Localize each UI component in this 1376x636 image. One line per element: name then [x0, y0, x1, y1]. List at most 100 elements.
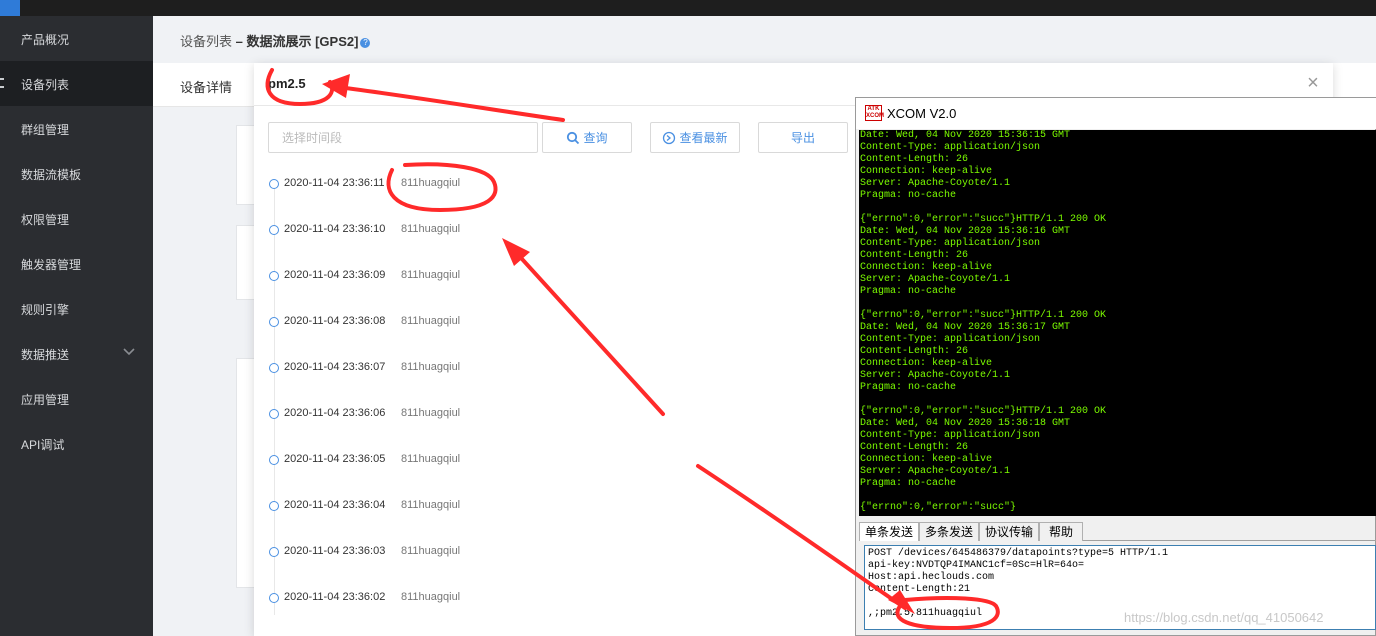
background-card	[236, 225, 256, 300]
record-value: 811huagqiul	[401, 453, 461, 465]
modal-title: pm2.5	[268, 76, 306, 91]
xcom-title-bar[interactable]: ATK XCOM XCOM V2.0	[856, 98, 1376, 129]
time-range-input-wrapper	[268, 122, 538, 153]
help-icon[interactable]: ?	[360, 37, 371, 48]
datapoint-timeline: 2020-11-04 23:36:11 811huagqiul 2020-11-…	[269, 173, 832, 636]
record-time: 2020-11-04 23:36:09	[284, 269, 386, 281]
timeline-item: 2020-11-04 23:36:10 811huagqiul	[269, 221, 832, 241]
sidebar-item-app-management[interactable]: 应用管理	[0, 376, 153, 421]
timeline-item: 2020-11-04 23:36:09 811huagqiul	[269, 267, 832, 287]
list-icon	[0, 78, 4, 88]
timeline-dot	[269, 363, 279, 373]
sidebar-item-label: 权限管理	[21, 213, 70, 227]
export-button[interactable]: 导出	[758, 122, 848, 153]
tab-single-send[interactable]: 单条发送	[859, 522, 919, 541]
sidebar-item-label: 群组管理	[21, 123, 70, 137]
background-card	[236, 125, 256, 205]
template-icon	[0, 166, 4, 180]
record-value: 811huagqiul	[401, 269, 461, 281]
breadcrumb-current: 数据流展示 [GPS2]	[246, 34, 359, 49]
tab-protocol-transfer[interactable]: 协议传输	[979, 522, 1039, 541]
record-time: 2020-11-04 23:36:02	[284, 591, 386, 603]
sidebar-item-datastream-template[interactable]: 数据流模板	[0, 151, 153, 196]
record-value: 811huagqiul	[401, 223, 461, 235]
timeline-item: 2020-11-04 23:36:06 811huagqiul	[269, 405, 832, 425]
record-value: 811huagqiul	[401, 591, 461, 603]
xcom-receive-area[interactable]: Date: Wed, 04 Nov 2020 15:36:15 GMT Cont…	[859, 130, 1376, 516]
record-time: 2020-11-04 23:36:04	[284, 499, 386, 511]
permission-icon	[0, 211, 4, 225]
timeline-dot	[269, 317, 279, 327]
close-icon[interactable]: ×	[1304, 73, 1322, 93]
timeline-item: 2020-11-04 23:36:07 811huagqiul	[269, 359, 832, 379]
sidebar-item-device-list[interactable]: 设备列表	[0, 61, 153, 106]
product-icon	[0, 31, 4, 45]
timeline-dot	[269, 271, 279, 281]
sidebar-item-label: 数据流模板	[21, 168, 82, 182]
view-latest-button-label: 查看最新	[679, 131, 728, 145]
record-time: 2020-11-04 23:36:03	[284, 545, 386, 557]
sidebar-item-label: API调试	[21, 438, 65, 452]
trigger-icon	[0, 256, 4, 270]
timeline-dot	[269, 409, 279, 419]
timeline-dot	[269, 593, 279, 603]
xcom-receive-text: Date: Wed, 04 Nov 2020 15:36:15 GMT Cont…	[860, 130, 1107, 513]
timeline-dot	[269, 179, 279, 189]
timeline-dot	[269, 455, 279, 465]
record-time: 2020-11-04 23:36:07	[284, 361, 386, 373]
app-icon	[0, 391, 4, 405]
record-value: 811huagqiul	[401, 361, 461, 373]
breadcrumb-separator: –	[232, 34, 247, 49]
search-icon	[567, 131, 580, 144]
record-value: 811huagqiul	[401, 499, 461, 511]
record-value: 811huagqiul	[401, 545, 461, 557]
tab-help[interactable]: 帮助	[1039, 522, 1083, 541]
sidebar-item-label: 触发器管理	[21, 258, 82, 272]
sidebar-item-group-management[interactable]: 群组管理	[0, 106, 153, 151]
sidebar-item-trigger-management[interactable]: 触发器管理	[0, 241, 153, 286]
xcom-window: ATK XCOM XCOM V2.0 Date: Wed, 04 Nov 202…	[855, 97, 1376, 636]
query-button-label: 查询	[583, 131, 608, 145]
rule-icon	[0, 301, 4, 315]
tab-multi-send[interactable]: 多条发送	[919, 522, 979, 541]
breadcrumb-parent[interactable]: 设备列表	[180, 34, 232, 49]
api-icon	[0, 436, 4, 450]
breadcrumb: 设备列表 – 数据流展示 [GPS2]?	[180, 31, 371, 50]
record-time: 2020-11-04 23:36:06	[284, 407, 386, 419]
sidebar-item-permission-management[interactable]: 权限管理	[0, 196, 153, 241]
chevron-down-icon[interactable]	[122, 344, 136, 358]
sidebar-item-label: 数据推送	[21, 348, 70, 362]
record-time: 2020-11-04 23:36:08	[284, 315, 386, 327]
timeline-item: 2020-11-04 23:36:02 811huagqiul	[269, 589, 832, 609]
sidebar-item-api-debug[interactable]: API调试	[0, 421, 153, 466]
record-time: 2020-11-04 23:36:10	[284, 223, 386, 235]
sidebar: 产品概况 设备列表 群组管理 数据流模板 权限管理 触发器管理 规则引擎 数据推…	[0, 16, 153, 636]
time-range-input[interactable]	[269, 123, 537, 152]
sidebar-item-label: 规则引擎	[21, 303, 70, 317]
sidebar-item-rule-engine[interactable]: 规则引擎	[0, 286, 153, 331]
timeline-item: 2020-11-04 23:36:08 811huagqiul	[269, 313, 832, 333]
refresh-icon	[663, 131, 676, 144]
background-card	[236, 358, 256, 588]
timeline-item: 2020-11-04 23:36:03 811huagqiul	[269, 543, 832, 563]
timeline-dot	[269, 547, 279, 557]
tab-device-detail[interactable]: 设备详情	[180, 77, 232, 96]
view-latest-button[interactable]: 查看最新	[650, 122, 740, 153]
app-logo-icon[interactable]	[0, 0, 20, 16]
timeline-dot	[269, 225, 279, 235]
xcom-logo-icon: ATK XCOM	[865, 105, 884, 121]
record-value: 811huagqiul	[401, 407, 461, 419]
record-value: 811huagqiul	[401, 177, 461, 189]
record-time: 2020-11-04 23:36:05	[284, 453, 386, 465]
export-button-label: 导出	[790, 131, 815, 145]
sidebar-item-label: 设备列表	[21, 78, 70, 92]
push-icon	[0, 346, 4, 360]
timeline-dot	[269, 501, 279, 511]
query-button[interactable]: 查询	[542, 122, 632, 153]
timeline-item: 2020-11-04 23:36:05 811huagqiul	[269, 451, 832, 471]
timeline-item: 2020-11-04 23:36:04 811huagqiul	[269, 497, 832, 517]
sidebar-item-data-push[interactable]: 数据推送	[0, 331, 153, 376]
group-icon	[0, 121, 4, 135]
sidebar-item-product-overview[interactable]: 产品概况	[0, 16, 153, 61]
record-value: 811huagqiul	[401, 315, 461, 327]
